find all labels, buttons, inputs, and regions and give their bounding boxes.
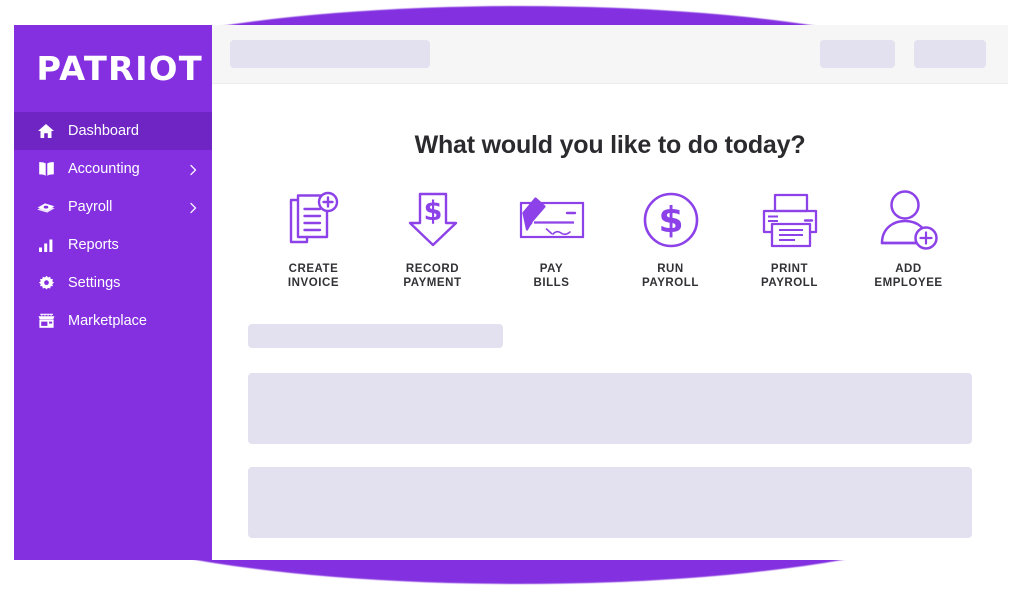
arrow-down-dollar-icon: $ — [406, 189, 460, 251]
sidebar-item-label: Dashboard — [68, 122, 139, 139]
app-window: PATRIOT Dashboard Accounting Payroll Rep… — [14, 25, 1008, 560]
sidebar-item-label: Payroll — [68, 198, 113, 215]
quick-actions: CREATE INVOICE $ RECORD PAYMENT PAY BILL… — [248, 189, 972, 290]
dollar-circle-icon: $ — [641, 189, 701, 251]
sidebar-item-accounting[interactable]: Accounting — [14, 150, 212, 188]
quick-action-add-employee[interactable]: ADD EMPLOYEE — [849, 189, 968, 290]
sidebar-item-label: Reports — [68, 236, 119, 253]
brand-name: PATRIOT — [36, 49, 203, 88]
content-card-skeleton-2 — [248, 467, 972, 538]
printer-icon — [759, 189, 821, 251]
storefront-icon — [36, 311, 56, 331]
money-icon — [36, 197, 56, 217]
sidebar-item-payroll[interactable]: Payroll — [14, 188, 212, 226]
quick-action-label: CREATE INVOICE — [287, 263, 340, 289]
section-heading-skeleton — [248, 324, 503, 348]
gear-icon — [36, 273, 56, 293]
screenshot-stage: PATRIOT Dashboard Accounting Payroll Rep… — [0, 0, 1024, 591]
content-card-skeleton-1 — [248, 373, 972, 444]
sidebar-item-label: Accounting — [68, 160, 140, 177]
sidebar-item-settings[interactable]: Settings — [14, 264, 212, 302]
quick-action-label: ADD EMPLOYEE — [874, 263, 943, 289]
quick-action-print-payroll[interactable]: PRINT PAYROLL — [730, 189, 849, 290]
chevron-right-icon — [188, 202, 198, 214]
sidebar: PATRIOT Dashboard Accounting Payroll Rep… — [14, 25, 212, 560]
quick-action-label: RECORD PAYMENT — [403, 263, 462, 289]
bar-chart-icon — [36, 235, 56, 255]
action-skeleton-2[interactable] — [914, 40, 986, 68]
sidebar-item-marketplace[interactable]: Marketplace — [14, 302, 212, 340]
chevron-right-icon — [188, 164, 198, 176]
page-title: What would you like to do today? — [414, 131, 806, 159]
content-placeholders — [248, 324, 972, 538]
quick-action-label: RUN PAYROLL — [642, 263, 699, 289]
quick-action-label: PAY BILLS — [533, 263, 570, 289]
top-bar — [212, 25, 1008, 84]
person-add-icon — [878, 189, 940, 251]
sidebar-item-reports[interactable]: Reports — [14, 226, 212, 264]
sidebar-item-dashboard[interactable]: Dashboard — [14, 112, 212, 150]
quick-action-run-payroll[interactable]: $ RUN PAYROLL — [611, 189, 730, 290]
svg-text:$: $ — [658, 200, 683, 241]
check-pen-icon: $ — [517, 189, 587, 251]
brand-logo: PATRIOT — [14, 25, 212, 112]
quick-action-record-payment[interactable]: $ RECORD PAYMENT — [373, 189, 492, 290]
main-area: What would you like to do today? CREATE … — [212, 25, 1008, 560]
book-icon — [36, 159, 56, 179]
svg-text:$: $ — [423, 196, 442, 227]
quick-action-create-invoice[interactable]: CREATE INVOICE — [254, 189, 373, 290]
sidebar-item-label: Marketplace — [68, 312, 147, 329]
quick-action-pay-bills[interactable]: $ PAY BILLS — [492, 189, 611, 290]
sidebar-item-label: Settings — [68, 274, 121, 291]
content-area: What would you like to do today? CREATE … — [212, 84, 1008, 560]
action-skeleton-1[interactable] — [820, 40, 895, 68]
quick-action-label: PRINT PAYROLL — [761, 263, 818, 289]
search-skeleton[interactable] — [230, 40, 430, 68]
invoice-add-icon — [285, 189, 343, 251]
home-icon — [36, 121, 56, 141]
sidebar-nav: Dashboard Accounting Payroll Reports Set… — [14, 112, 212, 340]
